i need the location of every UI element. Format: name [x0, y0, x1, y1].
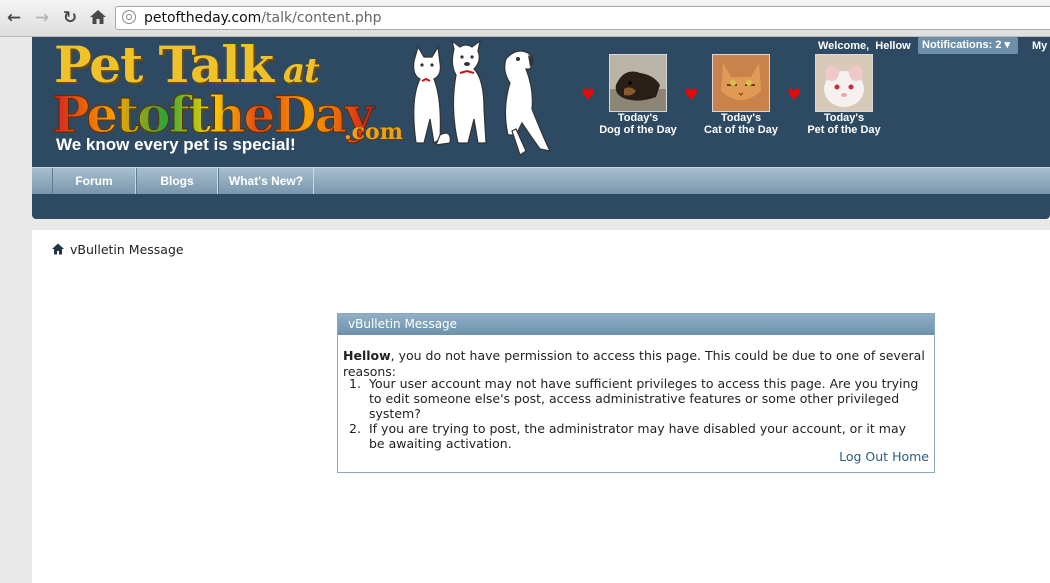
page: Pet Talk at PetoftheDay .com We know ever… — [32, 37, 1050, 583]
main-navbar: Forum Blogs What's New? — [32, 167, 1050, 195]
message-username: Hellow — [343, 348, 391, 363]
list-item: 1. Your user account may not have suffici… — [349, 376, 919, 421]
cat-of-the-day[interactable]: Today's Cat of the Day — [696, 54, 786, 136]
url-text[interactable]: petoftheday.com/talk/content.php — [144, 9, 382, 27]
pet-label: Today's Pet of the Day — [807, 112, 881, 136]
home-icon[interactable] — [88, 8, 108, 28]
logo-tagline: We know every pet is special! — [56, 135, 296, 154]
pets-illustration — [413, 39, 552, 156]
url-domain: petoftheday.com — [144, 10, 262, 26]
logout-link[interactable]: Log Out — [839, 449, 888, 464]
address-bar[interactable]: petoftheday.com/talk/content.php — [115, 6, 1050, 30]
dog-of-the-day[interactable]: Today's Dog of the Day — [593, 54, 683, 136]
site-logo[interactable]: Pet Talk at PetoftheDay .com We know ever… — [51, 37, 403, 161]
tab-forum[interactable]: Forum — [52, 168, 136, 194]
back-icon[interactable]: ← — [4, 8, 24, 28]
pet-photo — [815, 54, 873, 112]
pet-of-the-day[interactable]: Today's Pet of the Day — [799, 54, 889, 136]
tab-whats-new[interactable]: What's New? — [218, 168, 314, 194]
home-link[interactable]: Home — [892, 449, 929, 464]
message-box: vBulletin Message Hellow, you do not hav… — [337, 313, 935, 473]
header-gap — [32, 219, 1050, 230]
reload-icon[interactable]: ↻ — [60, 8, 80, 28]
breadcrumb-current: vBulletin Message — [70, 242, 184, 257]
notifications-button[interactable]: Notifications: 2 ▾ — [918, 37, 1018, 54]
username-link[interactable]: Hellow — [875, 40, 910, 52]
list-item: 2. If you are trying to post, the adminis… — [349, 421, 906, 451]
welcome-text: Welcome, Hellow — [818, 40, 911, 52]
message-links: Log Out Home — [839, 449, 929, 465]
sub-navbar — [32, 194, 1050, 219]
globe-icon — [122, 10, 136, 24]
cat-photo — [712, 54, 770, 112]
dog-label: Today's Dog of the Day — [599, 112, 677, 136]
url-path: /talk/content.php — [261, 10, 382, 26]
browser-toolbar: ← → ↻ petoftheday.com/talk/content.php — [0, 0, 1050, 37]
site-header: Pet Talk at PetoftheDay .com We know ever… — [32, 37, 1050, 167]
dog-photo — [609, 54, 667, 112]
reasons-list: 1. Your user account may not have suffici… — [343, 376, 923, 451]
cat-label: Today's Cat of the Day — [704, 112, 778, 136]
my-menu[interactable]: My — [1032, 39, 1047, 53]
breadcrumb-home-icon[interactable] — [52, 243, 64, 255]
tab-blogs[interactable]: Blogs — [136, 168, 218, 194]
forward-icon[interactable]: → — [32, 8, 52, 28]
message-title: vBulletin Message — [338, 314, 934, 335]
